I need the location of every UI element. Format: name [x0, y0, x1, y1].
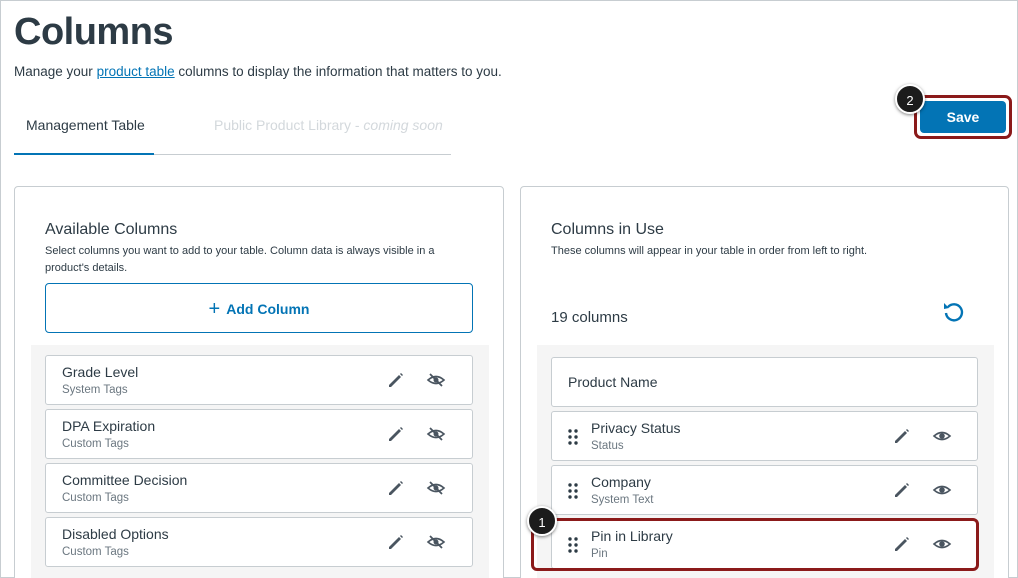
subtitle-text-start: Manage your	[14, 64, 97, 79]
save-button[interactable]: Save	[920, 101, 1006, 133]
pencil-icon[interactable]	[386, 370, 406, 390]
eye-icon[interactable]	[932, 480, 952, 500]
plus-icon: +	[208, 298, 221, 320]
drag-handle-icon[interactable]	[568, 428, 578, 446]
add-column-button[interactable]: + Add Column	[45, 283, 473, 333]
columns-in-use-description: These columns will appear in your table …	[551, 245, 868, 257]
product-table-link[interactable]: product table	[97, 64, 175, 79]
list-item: DPA Expiration Custom Tags	[45, 409, 473, 459]
item-type: Status	[591, 440, 624, 452]
item-name: DPA Expiration	[62, 418, 156, 434]
pencil-icon[interactable]	[386, 478, 406, 498]
available-columns-panel: Available Columns Select columns you wan…	[14, 186, 504, 578]
list-item: Committee Decision Custom Tags	[45, 463, 473, 513]
eye-off-icon[interactable]	[426, 370, 446, 390]
subtitle-text-end: columns to display the information that …	[174, 64, 502, 79]
eye-off-icon[interactable]	[426, 424, 446, 444]
item-type: System Tags	[62, 384, 128, 396]
pencil-icon[interactable]	[386, 424, 406, 444]
save-highlight: Save	[914, 95, 1012, 139]
eye-off-icon[interactable]	[426, 478, 446, 498]
available-columns-list: Grade Level System Tags DPA Expiration C…	[31, 345, 489, 578]
drag-handle-icon[interactable]	[568, 482, 578, 500]
pencil-icon[interactable]	[892, 426, 912, 446]
item-type: Custom Tags	[62, 546, 129, 558]
tab-management-table[interactable]: Management Table	[14, 103, 154, 155]
item-name: Disabled Options	[62, 526, 169, 542]
callout-badge-1: 1	[527, 506, 557, 536]
tab-public-library-label: Public Product Library -	[214, 117, 364, 133]
page-frame: Columns Manage your product table column…	[0, 0, 1018, 578]
item-name: Privacy Status	[591, 420, 681, 436]
add-column-label: Add Column	[226, 301, 310, 317]
coming-soon-label: coming soon	[363, 117, 443, 133]
fixed-column-item: Product Name	[551, 357, 978, 407]
eye-icon[interactable]	[932, 426, 952, 446]
available-columns-title: Available Columns	[45, 221, 178, 238]
tab-public-product-library: Public Product Library - coming soon	[214, 103, 443, 155]
list-item: Disabled Options Custom Tags	[45, 517, 473, 567]
available-columns-description: Select columns you want to add to your t…	[45, 245, 435, 274]
reset-icon[interactable]	[941, 299, 967, 325]
column-count: 19 columns	[551, 309, 628, 326]
page-subtitle: Manage your product table columns to dis…	[14, 64, 502, 79]
item-type: Custom Tags	[62, 492, 129, 504]
item-name: Product Name	[568, 374, 658, 390]
page-title: Columns	[14, 11, 174, 53]
list-item: Grade Level System Tags	[45, 355, 473, 405]
list-item[interactable]: Privacy Status Status	[551, 411, 978, 461]
columns-in-use-title: Columns in Use	[551, 221, 664, 238]
item-name: Company	[591, 474, 651, 490]
pin-in-library-highlight	[531, 518, 979, 571]
pencil-icon[interactable]	[892, 480, 912, 500]
callout-badge-2: 2	[895, 84, 925, 114]
item-type: System Text	[591, 494, 654, 506]
eye-off-icon[interactable]	[426, 532, 446, 552]
pencil-icon[interactable]	[386, 532, 406, 552]
list-item[interactable]: Company System Text	[551, 465, 978, 515]
item-type: Custom Tags	[62, 438, 129, 450]
item-name: Committee Decision	[62, 472, 188, 488]
tab-bar: Management Table Public Product Library …	[14, 103, 451, 155]
item-name: Grade Level	[62, 364, 139, 380]
